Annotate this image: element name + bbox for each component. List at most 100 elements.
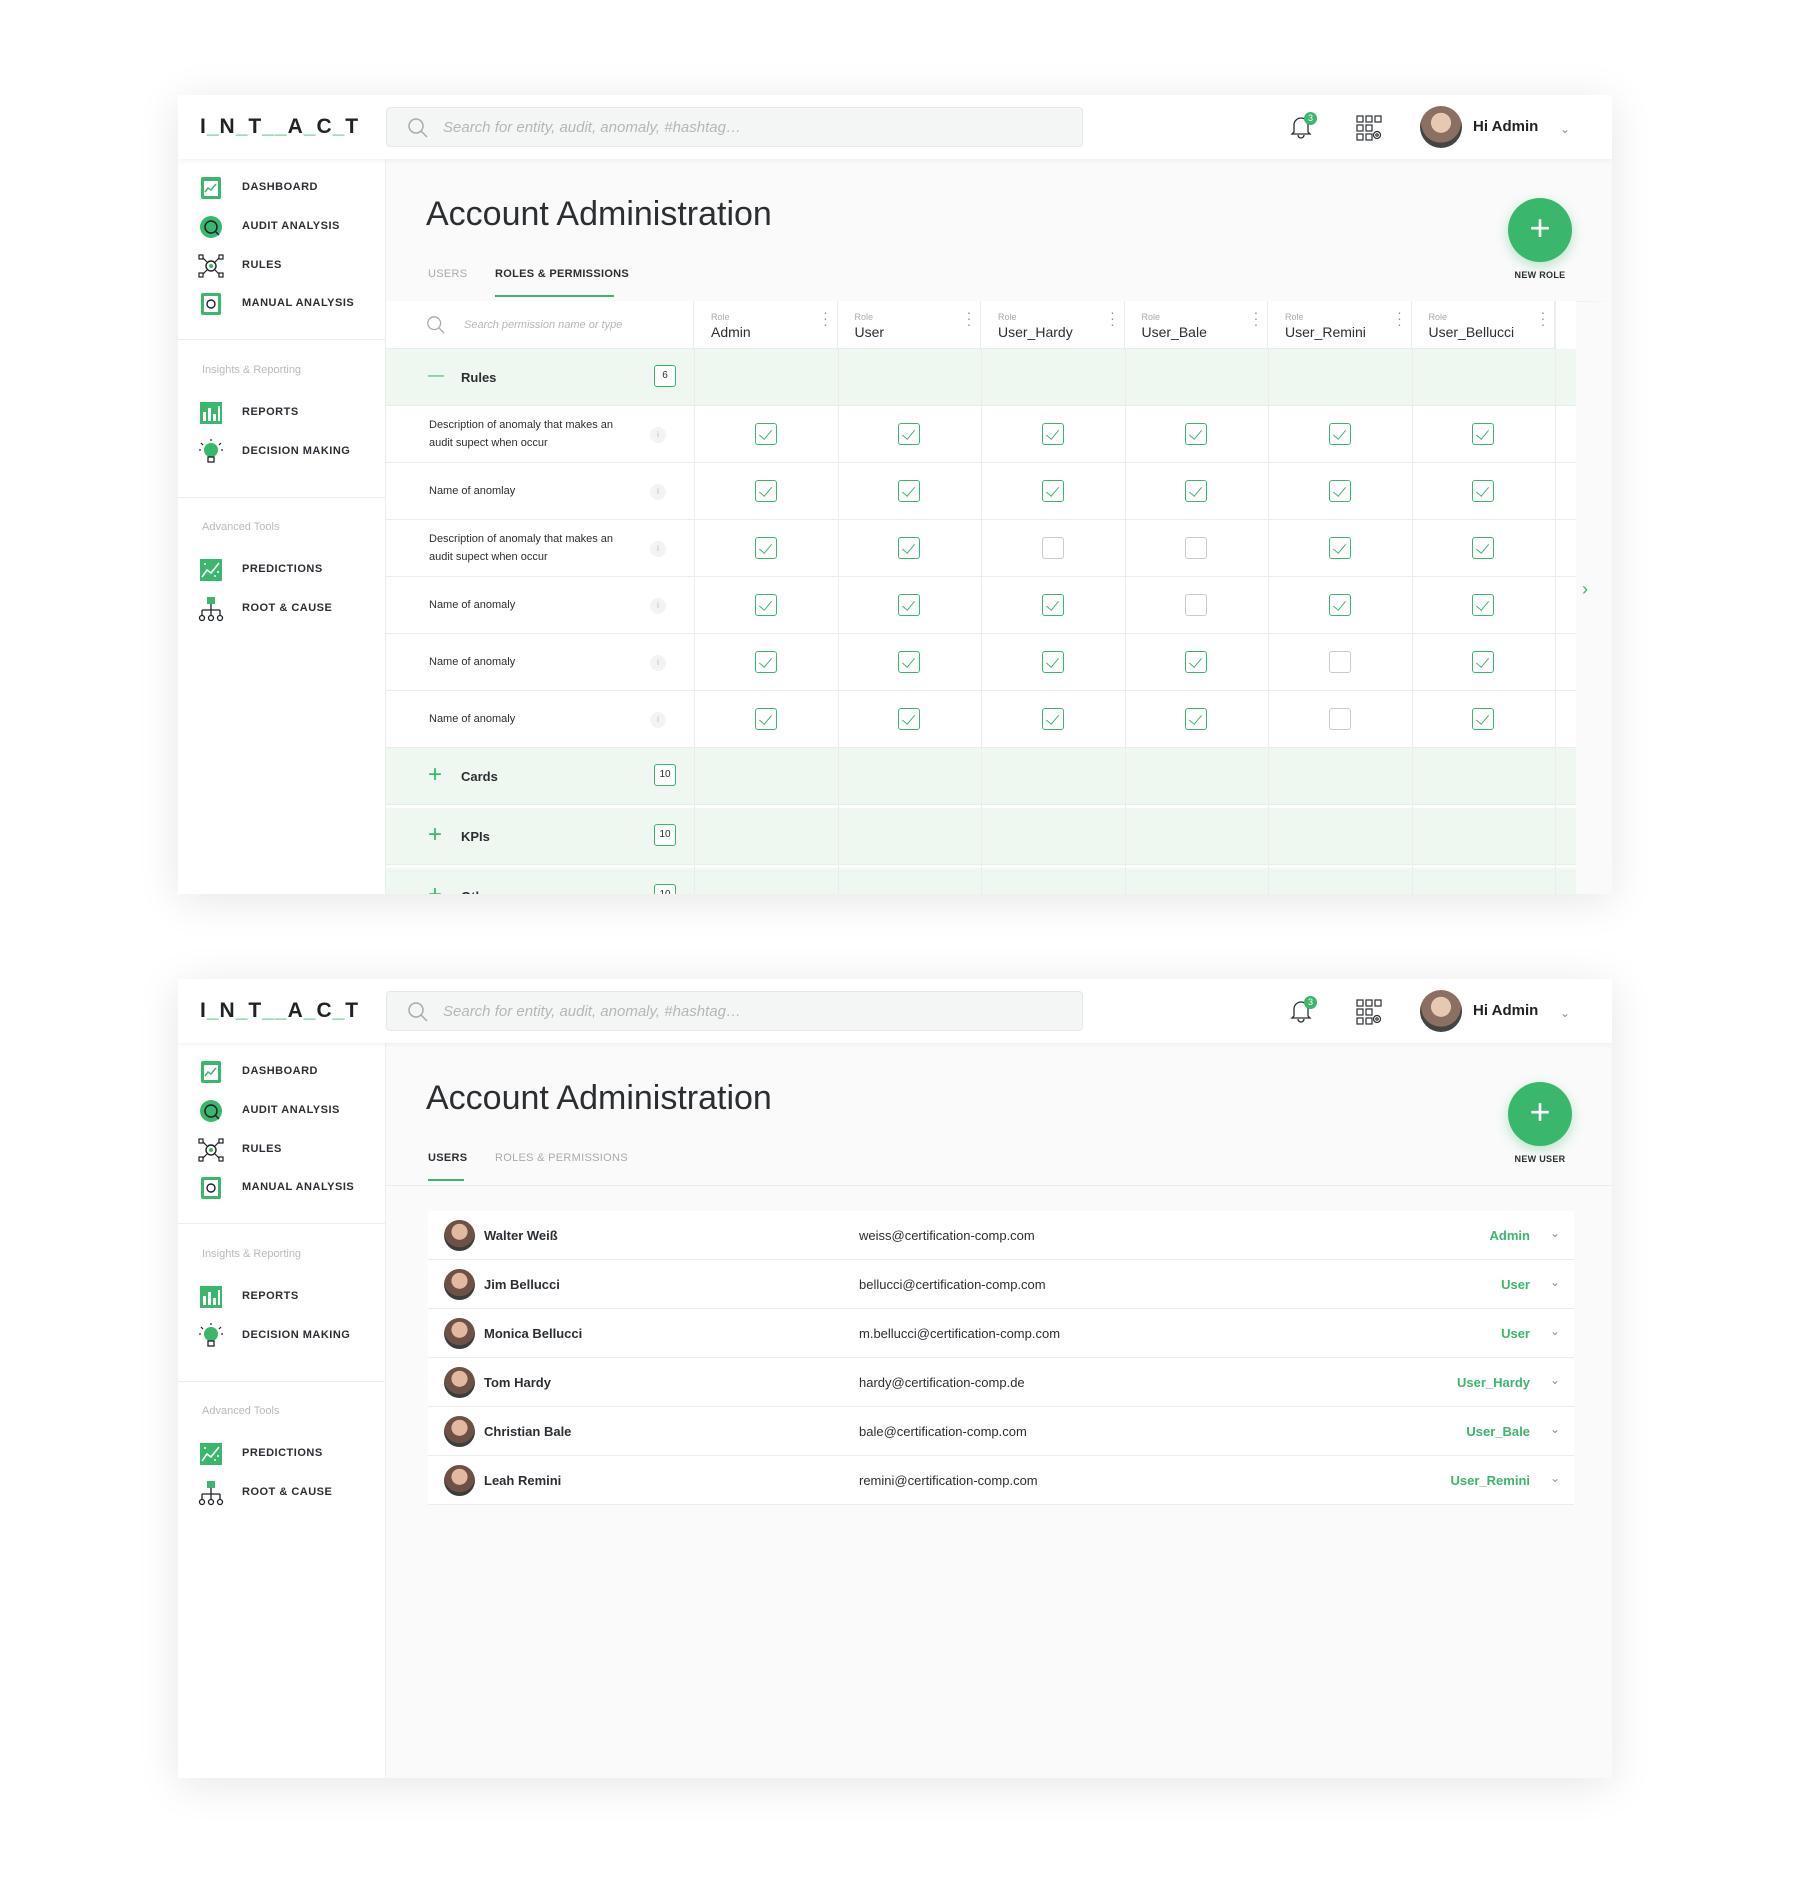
- permission-checkbox-checked[interactable]: [898, 537, 921, 559]
- sidebar-item-reports[interactable]: REPORTS: [178, 394, 386, 432]
- permission-checkbox-checked[interactable]: [1328, 480, 1351, 502]
- permission-checkbox-unchecked[interactable]: [1328, 651, 1351, 673]
- tab-roles-permissions[interactable]: ROLES & PERMISSIONS: [495, 1152, 628, 1164]
- permission-checkbox-unchecked[interactable]: [1185, 594, 1208, 616]
- permission-group-row[interactable]: + Cards 10: [386, 748, 1576, 805]
- user-row[interactable]: Walter Weiß weiss@certification-comp.com A…: [428, 1211, 1574, 1260]
- permission-checkbox-checked[interactable]: [1472, 480, 1495, 502]
- permission-checkbox-checked[interactable]: [754, 708, 777, 730]
- tab-users[interactable]: USERS: [428, 268, 467, 280]
- permission-checkbox-checked[interactable]: [1472, 594, 1495, 616]
- greeting[interactable]: Hi Admin: [1473, 118, 1538, 135]
- user-row[interactable]: Jim Bellucci bellucci@certification-comp.…: [428, 1260, 1574, 1309]
- avatar[interactable]: [1420, 990, 1462, 1032]
- global-search-input[interactable]: Search for entity, audit, anomaly, #hash…: [386, 991, 1083, 1031]
- sidebar-item-predictions[interactable]: PREDICTIONS: [178, 551, 386, 589]
- sidebar-item-rules[interactable]: RULES: [178, 1131, 386, 1169]
- permission-checkbox-checked[interactable]: [1472, 708, 1495, 730]
- permission-checkbox-checked[interactable]: [1185, 708, 1208, 730]
- permission-checkbox-checked[interactable]: [754, 537, 777, 559]
- user-role-select[interactable]: User_Hardy: [1457, 1375, 1530, 1390]
- new-user-button[interactable]: +: [1508, 1082, 1572, 1146]
- apps-settings-icon[interactable]: [1356, 115, 1382, 141]
- user-role-select[interactable]: User: [1501, 1326, 1530, 1341]
- permission-checkbox-checked[interactable]: [1041, 708, 1064, 730]
- sidebar-item-audit-analysis[interactable]: AUDIT ANALYSIS: [178, 1092, 386, 1130]
- permission-group-row[interactable]: + KPIs 10: [386, 808, 1576, 865]
- permission-checkbox-checked[interactable]: [1041, 423, 1064, 445]
- global-search-input[interactable]: Search for entity, audit, anomaly, #hash…: [386, 107, 1083, 147]
- permission-checkbox-checked[interactable]: [1041, 480, 1064, 502]
- user-row[interactable]: Christian Bale bale@certification-comp.co…: [428, 1407, 1574, 1456]
- sidebar-item-root-cause[interactable]: ROOT & CAUSE: [178, 590, 386, 628]
- permission-group-row[interactable]: + Other 10: [386, 868, 1576, 894]
- more-vertical-icon[interactable]: · · ·: [1540, 305, 1546, 331]
- permission-checkbox-checked[interactable]: [1185, 651, 1208, 673]
- user-row[interactable]: Monica Bellucci m.bellucci@certification-…: [428, 1309, 1574, 1358]
- chevron-down-icon[interactable]: ⌄: [1550, 1373, 1560, 1387]
- role-column-header[interactable]: Role User · · ·: [837, 301, 981, 349]
- chevron-down-icon[interactable]: ⌄: [1550, 1226, 1560, 1240]
- permission-checkbox-checked[interactable]: [1041, 651, 1064, 673]
- apps-settings-icon[interactable]: [1356, 999, 1382, 1025]
- sidebar-item-audit-analysis[interactable]: AUDIT ANALYSIS: [178, 208, 386, 246]
- more-vertical-icon[interactable]: · · ·: [1397, 305, 1403, 331]
- permission-checkbox-unchecked[interactable]: [1185, 537, 1208, 559]
- permission-checkbox-unchecked[interactable]: [1041, 537, 1064, 559]
- permission-checkbox-checked[interactable]: [898, 651, 921, 673]
- sidebar-item-decision-making[interactable]: DECISION MAKING: [178, 433, 386, 471]
- chevron-down-icon[interactable]: ⌄: [1560, 1006, 1570, 1020]
- sidebar-item-root-cause[interactable]: ROOT & CAUSE: [178, 1474, 386, 1512]
- more-vertical-icon[interactable]: · · ·: [1253, 305, 1259, 331]
- info-icon[interactable]: i: [650, 427, 666, 443]
- permission-group-row[interactable]: — Rules 6: [386, 349, 1576, 406]
- intact-logo[interactable]: I_N_T__A_C_T: [200, 999, 359, 1023]
- permission-search-input[interactable]: Search permission name or type: [386, 301, 694, 349]
- role-column-header[interactable]: Role Admin · · ·: [694, 301, 838, 349]
- expand-icon[interactable]: +: [428, 881, 442, 894]
- role-column-header[interactable]: Role User_Remini · · ·: [1268, 301, 1412, 349]
- more-vertical-icon[interactable]: · · ·: [823, 305, 829, 331]
- new-role-button[interactable]: +: [1508, 198, 1572, 262]
- permission-checkbox-checked[interactable]: [898, 480, 921, 502]
- chevron-down-icon[interactable]: ⌄: [1560, 122, 1570, 136]
- permission-checkbox-checked[interactable]: [1185, 423, 1208, 445]
- permission-checkbox-checked[interactable]: [754, 651, 777, 673]
- info-icon[interactable]: i: [650, 541, 666, 557]
- expand-icon[interactable]: +: [428, 821, 442, 849]
- collapse-icon[interactable]: —: [428, 367, 444, 385]
- role-column-header[interactable]: Role User_Hardy · · ·: [981, 301, 1125, 349]
- permission-checkbox-checked[interactable]: [754, 423, 777, 445]
- sidebar-item-dashboard[interactable]: DASHBOARD: [178, 169, 386, 207]
- role-column-header[interactable]: Role User_Bale · · ·: [1124, 301, 1268, 349]
- user-role-select[interactable]: Admin: [1490, 1228, 1530, 1243]
- sidebar-item-decision-making[interactable]: DECISION MAKING: [178, 1317, 386, 1355]
- permission-checkbox-checked[interactable]: [1472, 423, 1495, 445]
- chevron-down-icon[interactable]: ⌄: [1550, 1324, 1560, 1338]
- permission-checkbox-checked[interactable]: [898, 708, 921, 730]
- sidebar-item-manual-analysis[interactable]: MANUAL ANALYSIS: [178, 1169, 386, 1207]
- user-row[interactable]: Leah Remini remini@certification-comp.com…: [428, 1456, 1574, 1505]
- expand-icon[interactable]: +: [428, 761, 442, 789]
- sidebar-item-manual-analysis[interactable]: MANUAL ANALYSIS: [178, 285, 386, 323]
- sidebar-item-predictions[interactable]: PREDICTIONS: [178, 1435, 386, 1473]
- role-column-header[interactable]: Role User_Bellucci · · ·: [1411, 301, 1555, 349]
- info-icon[interactable]: i: [650, 655, 666, 671]
- user-role-select[interactable]: User_Remini: [1451, 1473, 1530, 1488]
- permission-checkbox-checked[interactable]: [1472, 537, 1495, 559]
- permission-checkbox-checked[interactable]: [898, 423, 921, 445]
- user-row[interactable]: Tom Hardy hardy@certification-comp.de User…: [428, 1358, 1574, 1407]
- sidebar-item-reports[interactable]: REPORTS: [178, 1278, 386, 1316]
- avatar[interactable]: [1420, 106, 1462, 148]
- tab-roles-permissions[interactable]: ROLES & PERMISSIONS: [495, 268, 629, 280]
- more-vertical-icon[interactable]: · · ·: [966, 305, 972, 331]
- more-vertical-icon[interactable]: · · ·: [1110, 305, 1116, 331]
- permission-checkbox-unchecked[interactable]: [1328, 708, 1351, 730]
- permission-checkbox-checked[interactable]: [1185, 480, 1208, 502]
- permission-checkbox-checked[interactable]: [754, 480, 777, 502]
- info-icon[interactable]: i: [650, 484, 666, 500]
- permission-checkbox-checked[interactable]: [1472, 651, 1495, 673]
- tab-users[interactable]: USERS: [428, 1152, 467, 1164]
- greeting[interactable]: Hi Admin: [1473, 1002, 1538, 1019]
- info-icon[interactable]: i: [650, 598, 666, 614]
